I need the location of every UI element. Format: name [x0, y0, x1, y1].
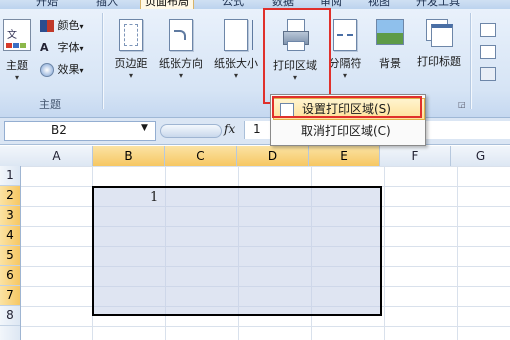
column-header-d[interactable]: D: [237, 146, 309, 166]
tab-data[interactable]: 数据: [272, 0, 294, 9]
tab-view[interactable]: 视图: [368, 0, 390, 9]
theme-effects-button[interactable]: 效果▾: [40, 61, 84, 77]
paper-size-icon: [224, 19, 253, 51]
row-header-8[interactable]: 8: [0, 306, 20, 326]
tab-review[interactable]: 审阅: [320, 0, 342, 9]
tab-insert[interactable]: 插入: [96, 0, 118, 9]
themes-icon: 文: [3, 19, 31, 51]
row-header-2[interactable]: 2: [0, 186, 20, 206]
row-header-1[interactable]: 1: [0, 166, 20, 186]
row-header-7[interactable]: 7: [0, 286, 20, 306]
printer-icon: [281, 19, 309, 51]
effects-icon: [40, 63, 54, 77]
column-header-c[interactable]: C: [165, 146, 237, 166]
arrange-icon: [480, 67, 496, 81]
tab-developer[interactable]: 开发工具: [416, 0, 460, 9]
clear-print-area-label: 取消打印区域(C): [301, 124, 391, 138]
theme-fonts-label: 字体: [57, 41, 80, 54]
clear-print-area-item[interactable]: 取消打印区域(C): [273, 121, 423, 141]
print-area-menu: 设置打印区域(S) 取消打印区域(C): [270, 94, 426, 146]
ribbon-tab-bar: 开始 插入 页面布局 公式 数据 审阅 视图 开发工具: [0, 0, 510, 9]
formula-bar: B2 ▼ fx 1: [0, 118, 510, 145]
palette-icon: [40, 20, 54, 32]
row-headers: 1 2 3 4 5 6 7 8: [0, 166, 21, 340]
margins-icon: [119, 19, 143, 51]
name-box[interactable]: B2 ▼: [4, 121, 156, 141]
ribbon: 文 主题 ▾ 颜色▾ A 字体▾ 效果▾ 主题 页边距 ▾ 纸张方向 ▾ 纸张大…: [0, 9, 510, 118]
fx-icon[interactable]: fx: [224, 122, 235, 136]
size-button[interactable]: 纸张大小 ▾: [208, 19, 264, 80]
group-divider: [470, 13, 471, 109]
orientation-icon: [169, 19, 193, 51]
column-header-e[interactable]: E: [309, 146, 380, 166]
background-label: 背景: [379, 57, 401, 70]
chevron-down-icon: ▾: [178, 71, 183, 80]
column-headers: A B C D E F G: [0, 146, 510, 167]
print-titles-label: 打印标题: [417, 55, 461, 68]
column-header-b[interactable]: B: [93, 146, 165, 166]
set-print-area-icon: [280, 103, 294, 117]
margins-label: 页边距: [114, 57, 148, 70]
themes-group-label: 主题: [39, 98, 61, 111]
theme-colors-label: 颜色: [57, 19, 80, 32]
size-label: 纸张大小: [214, 57, 258, 70]
breaks-icon: [333, 19, 357, 51]
row-header-5[interactable]: 5: [0, 246, 20, 266]
print-titles-icon: [426, 19, 453, 47]
dialog-launcher-icon[interactable]: ◲: [458, 100, 466, 109]
print-area-button[interactable]: 打印区域 ▾: [266, 19, 324, 82]
print-titles-button[interactable]: 打印标题: [410, 19, 468, 69]
name-box-value: B2: [51, 123, 67, 137]
orientation-button[interactable]: 纸张方向 ▾: [156, 19, 206, 80]
theme-fonts-button[interactable]: A 字体▾: [40, 39, 84, 55]
row-header-3[interactable]: 3: [0, 206, 20, 226]
chevron-down-icon: ▾: [292, 73, 297, 82]
chevron-down-icon: ▾: [128, 71, 133, 80]
tab-page-layout[interactable]: 页面布局: [140, 0, 194, 9]
scale-to-fit-icon: [480, 23, 496, 37]
font-a-icon: A: [40, 41, 49, 54]
set-print-area-item[interactable]: 设置打印区域(S): [273, 98, 425, 120]
chevron-down-icon[interactable]: ▼: [141, 123, 148, 133]
row-header-6[interactable]: 6: [0, 266, 20, 286]
column-header-a[interactable]: A: [21, 146, 93, 166]
themes-label: 主题: [6, 59, 28, 72]
column-header-f[interactable]: F: [380, 146, 451, 166]
formula-bar-resize-handle[interactable]: [160, 124, 222, 138]
themes-button[interactable]: 文 主题 ▾: [2, 19, 32, 82]
breaks-button[interactable]: 分隔符 ▾: [322, 19, 368, 80]
group-divider: [102, 13, 103, 109]
select-all-button[interactable]: [0, 146, 20, 166]
chevron-down-icon: ▾: [342, 71, 347, 80]
theme-colors-button[interactable]: 颜色▾: [40, 17, 84, 33]
chevron-down-icon: ▾: [14, 73, 19, 82]
row-header-4[interactable]: 4: [0, 226, 20, 246]
print-area-label: 打印区域: [273, 59, 317, 72]
tab-home[interactable]: 开始: [36, 0, 58, 9]
selected-range[interactable]: [92, 186, 382, 316]
chevron-down-icon: ▾: [233, 71, 238, 80]
formula-input-value: 1: [253, 122, 261, 136]
margins-button[interactable]: 页边距 ▾: [108, 19, 154, 80]
orientation-label: 纸张方向: [159, 57, 203, 70]
sheet-options-icon: [480, 45, 496, 59]
breaks-label: 分隔符: [328, 57, 362, 70]
picture-icon: [376, 19, 404, 45]
column-header-g[interactable]: G: [451, 146, 510, 166]
tab-formulas[interactable]: 公式: [222, 0, 244, 9]
theme-effects-label: 效果: [57, 63, 80, 76]
background-button[interactable]: 背景: [370, 19, 410, 71]
cell-b2-value: 1: [150, 190, 159, 205]
set-print-area-label: 设置打印区域(S): [302, 102, 391, 116]
